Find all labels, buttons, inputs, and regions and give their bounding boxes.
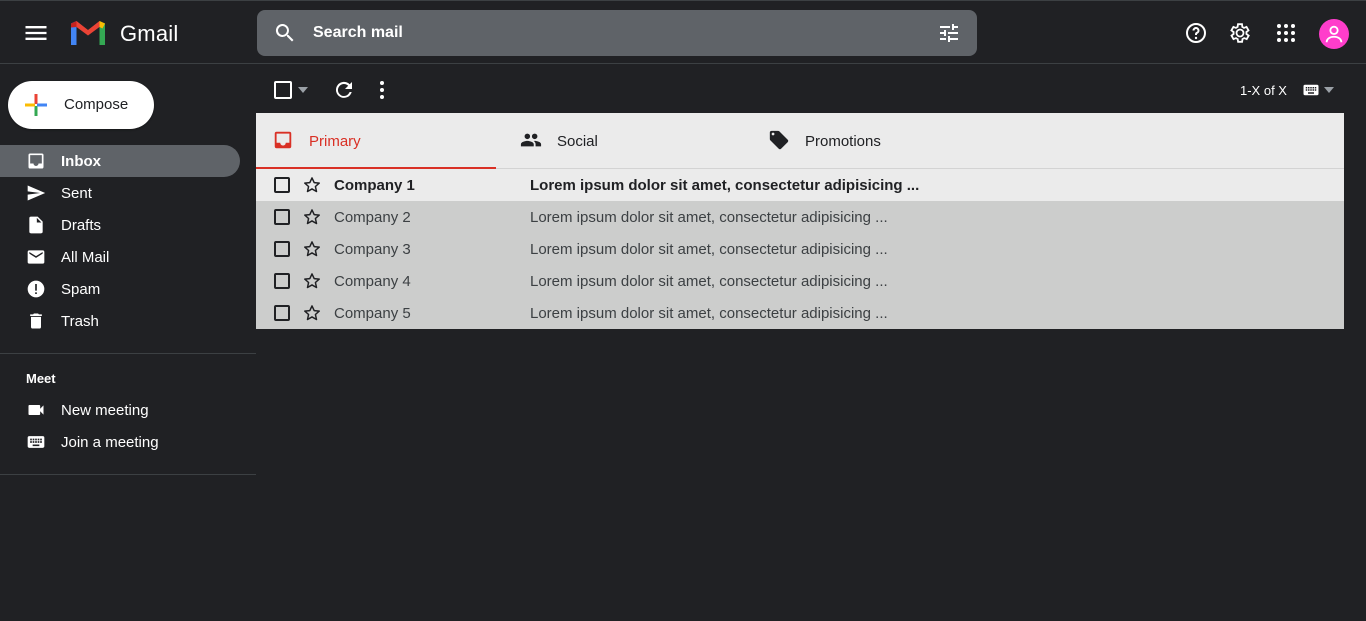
- sidebar-divider: [0, 474, 256, 475]
- email-subject: Lorem ipsum dolor sit amet, consectetur …: [530, 273, 888, 290]
- sidebar-item-label: Sent: [61, 185, 92, 202]
- plus-icon: [24, 93, 48, 117]
- spam-icon: [26, 279, 46, 299]
- keyboard-icon: [26, 432, 46, 452]
- pagination-text: 1-X of X: [1240, 83, 1287, 98]
- email-row[interactable]: Company 4 Lorem ipsum dolor sit amet, co…: [256, 265, 1344, 297]
- select-dropdown-chevron-down-icon[interactable]: [298, 86, 308, 94]
- email-checkbox[interactable]: [274, 209, 290, 225]
- mail-icon: [26, 247, 46, 267]
- tab-social[interactable]: Social: [504, 113, 744, 169]
- tag-icon: [768, 129, 790, 151]
- email-row[interactable]: Company 5 Lorem ipsum dolor sit amet, co…: [256, 297, 1344, 329]
- star-icon[interactable]: [302, 175, 322, 195]
- email-subject: Lorem ipsum dolor sit amet, consectetur …: [530, 241, 888, 258]
- tab-promotions[interactable]: Promotions: [752, 113, 992, 169]
- email-checkbox[interactable]: [274, 177, 290, 193]
- mail-list-panel: Primary Social Promotions Company 1 Lore…: [256, 113, 1344, 329]
- inbox-icon: [26, 151, 46, 171]
- search-options-icon[interactable]: [937, 21, 961, 45]
- email-checkbox[interactable]: [274, 241, 290, 257]
- sidebar-item-sent[interactable]: Sent: [0, 177, 240, 209]
- account-avatar[interactable]: [1319, 19, 1349, 49]
- refresh-icon[interactable]: [332, 78, 356, 102]
- draft-icon: [26, 215, 46, 235]
- meet-section-title: Meet: [26, 371, 56, 386]
- star-icon[interactable]: [302, 271, 322, 291]
- email-sender: Company 5: [334, 305, 411, 322]
- sidebar-nav: Inbox Sent Drafts All Mail Spam Trash: [0, 145, 256, 337]
- search-icon[interactable]: [273, 21, 297, 45]
- video-icon: [26, 400, 46, 420]
- sidebar-item-inbox[interactable]: Inbox: [0, 145, 240, 177]
- mail-toolbar: 1-X of X: [256, 65, 1366, 113]
- email-sender: Company 2: [334, 209, 411, 226]
- email-checkbox[interactable]: [274, 305, 290, 321]
- compose-label: Compose: [64, 96, 129, 113]
- inbox-icon: [272, 129, 294, 151]
- more-options-icon[interactable]: [370, 78, 394, 102]
- tab-label: Primary: [309, 133, 361, 150]
- email-sender: Company 1: [334, 177, 415, 194]
- meet-item-label: New meeting: [61, 402, 149, 419]
- sidebar-item-label: All Mail: [61, 249, 110, 266]
- email-row[interactable]: Company 2 Lorem ipsum dolor sit amet, co…: [256, 201, 1344, 233]
- select-all-checkbox[interactable]: [274, 81, 292, 99]
- meet-section: New meeting Join a meeting: [0, 394, 256, 458]
- tab-label: Promotions: [805, 133, 881, 150]
- sidebar-item-all-mail[interactable]: All Mail: [0, 241, 240, 273]
- sidebar-item-drafts[interactable]: Drafts: [0, 209, 240, 241]
- input-tools-chevron-down-icon[interactable]: [1324, 86, 1334, 94]
- email-list: Company 1 Lorem ipsum dolor sit amet, co…: [256, 169, 1344, 329]
- email-sender: Company 3: [334, 241, 411, 258]
- main-menu-icon[interactable]: [22, 19, 50, 47]
- email-row[interactable]: Company 3 Lorem ipsum dolor sit amet, co…: [256, 233, 1344, 265]
- email-row[interactable]: Company 1 Lorem ipsum dolor sit amet, co…: [256, 169, 1344, 201]
- tab-label: Social: [557, 133, 598, 150]
- category-tabs: Primary Social Promotions: [256, 113, 1344, 170]
- star-icon[interactable]: [302, 207, 322, 227]
- email-sender: Company 4: [334, 273, 411, 290]
- user-icon: [1325, 25, 1343, 43]
- email-checkbox[interactable]: [274, 273, 290, 289]
- sidebar-item-label: Trash: [61, 313, 99, 330]
- sidebar-item-spam[interactable]: Spam: [0, 273, 240, 305]
- star-icon[interactable]: [302, 303, 322, 323]
- top-bar: Gmail: [0, 0, 1366, 64]
- meet-item-label: Join a meeting: [61, 434, 159, 451]
- trash-icon: [26, 311, 46, 331]
- join-meeting-item[interactable]: Join a meeting: [0, 426, 240, 458]
- email-subject: Lorem ipsum dolor sit amet, consectetur …: [530, 305, 888, 322]
- brand-name[interactable]: Gmail: [120, 21, 178, 47]
- sidebar-divider: [0, 353, 256, 354]
- settings-gear-icon[interactable]: [1228, 21, 1252, 45]
- tab-primary[interactable]: Primary: [256, 113, 496, 170]
- sidebar-item-label: Drafts: [61, 217, 102, 234]
- gmail-logo-icon[interactable]: [68, 16, 108, 48]
- sidebar-item-label: Spam: [61, 281, 101, 298]
- email-subject: Lorem ipsum dolor sit amet, consectetur …: [530, 177, 920, 194]
- search-input[interactable]: [313, 10, 913, 56]
- compose-button[interactable]: Compose: [8, 81, 154, 129]
- search-bar: [257, 10, 977, 56]
- star-icon[interactable]: [302, 239, 322, 259]
- new-meeting-item[interactable]: New meeting: [0, 394, 240, 426]
- sidebar-item-label: Inbox: [61, 153, 101, 170]
- sidebar-item-trash[interactable]: Trash: [0, 305, 240, 337]
- people-icon: [520, 129, 542, 151]
- help-icon[interactable]: [1184, 21, 1208, 45]
- send-icon: [26, 183, 46, 203]
- input-tools-keyboard-icon[interactable]: [1302, 81, 1320, 99]
- apps-grid-icon[interactable]: [1274, 21, 1298, 45]
- email-subject: Lorem ipsum dolor sit amet, consectetur …: [530, 209, 888, 226]
